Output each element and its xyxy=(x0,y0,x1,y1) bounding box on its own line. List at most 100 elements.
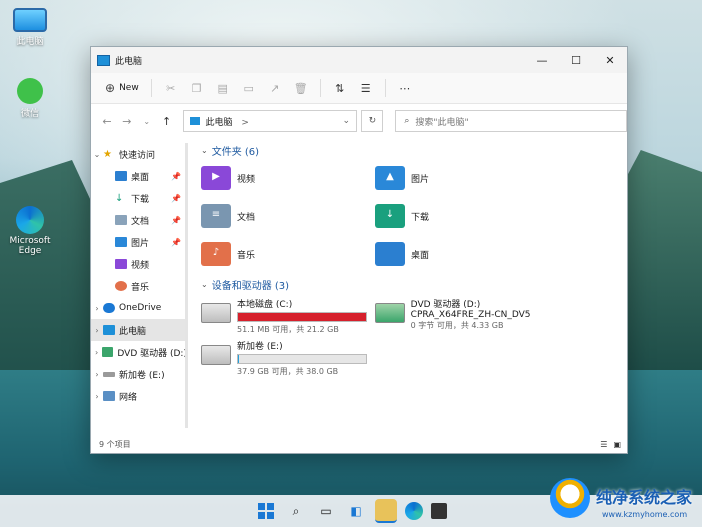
this-pc-icon xyxy=(189,117,200,125)
chevron-down-icon[interactable]: ⌄ xyxy=(201,146,208,155)
more-options-button[interactable]: ⋯ xyxy=(392,77,418,99)
folder-downloads[interactable]: ↓ 下载 xyxy=(375,197,549,235)
chevron-down-icon[interactable]: ⌄ xyxy=(342,116,356,126)
sort-icon[interactable]: ⇅ xyxy=(327,77,353,99)
pin-icon[interactable]: 📌 xyxy=(171,238,181,247)
chevron-right-icon[interactable]: › xyxy=(91,392,103,401)
search-placeholder: 搜索"此电脑" xyxy=(415,117,469,128)
sidebar-item-label: 音乐 xyxy=(131,282,150,293)
drive-volume-label: CPRA_X64FRE_ZH-CN_DV5 xyxy=(410,310,531,320)
tiles-view-icon[interactable]: ▣ xyxy=(613,440,621,449)
sidebar-item-this-pc[interactable]: › 此电脑 xyxy=(91,319,187,341)
folder-videos[interactable]: ▶ 视频 xyxy=(201,159,375,197)
sidebar-item-network[interactable]: › 网络 xyxy=(91,385,187,407)
path-separator: > xyxy=(241,117,249,128)
drive-usage-bar xyxy=(237,354,367,364)
start-button[interactable] xyxy=(255,500,277,522)
chevron-right-icon[interactable]: › xyxy=(91,304,103,313)
drive-usage-fill xyxy=(238,313,366,321)
folder-documents[interactable]: ≡ 文档 xyxy=(201,197,375,235)
explorer-body: ⌄ ★ 快速访问 桌面 📌 ↓ 下载 📌 文档 📌 图片 📌 视频 音乐 › O… xyxy=(91,139,627,435)
sidebar-item-quick-access[interactable]: ⌄ ★ 快速访问 xyxy=(91,143,187,165)
folder-pictures[interactable]: ▲ 图片 xyxy=(375,159,549,197)
navigation-pane: ⌄ ★ 快速访问 桌面 📌 ↓ 下载 📌 文档 📌 图片 📌 视频 音乐 › O… xyxy=(91,139,188,439)
folder-label: 视频 xyxy=(237,174,256,185)
video-icon xyxy=(115,259,127,269)
recent-dropdown-icon[interactable]: ⌄ xyxy=(137,117,157,126)
drive-detail: 51.1 MB 可用，共 21.2 GB xyxy=(237,325,339,334)
delete-icon[interactable]: 🗑 xyxy=(288,77,314,99)
drive-c[interactable]: 本地磁盘 (C:) 51.1 MB 可用，共 21.2 GB xyxy=(201,293,375,335)
chevron-down-icon[interactable]: ⌄ xyxy=(201,280,208,289)
close-button[interactable]: ✕ xyxy=(593,47,627,73)
paste-icon[interactable]: ▤ xyxy=(210,77,236,99)
drive-e[interactable]: 新加卷 (E:) 37.9 GB 可用，共 38.0 GB xyxy=(201,335,375,377)
desktop-icon-edge[interactable]: Microsoft Edge xyxy=(0,206,60,256)
new-button[interactable]: ⊕ New xyxy=(99,77,145,99)
edge-icon[interactable] xyxy=(405,502,423,520)
copy-icon[interactable]: ❐ xyxy=(184,77,210,99)
desktop-icon-this-pc[interactable]: 此电脑 xyxy=(0,8,60,47)
sidebar-item-dvd-drive[interactable]: › DVD 驱动器 (D:) xyxy=(91,341,187,363)
search-icon: ⌕ xyxy=(404,116,410,126)
sidebar-item-desktop[interactable]: 桌面 📌 xyxy=(91,165,187,187)
chevron-down-icon[interactable]: ⌄ xyxy=(91,150,103,159)
sidebar-item-music[interactable]: 音乐 xyxy=(91,275,187,297)
drive-detail: 0 字节 可用，共 4.33 GB xyxy=(410,321,504,330)
sidebar-item-volume-e[interactable]: › 新加卷 (E:) xyxy=(91,363,187,385)
computer-icon xyxy=(103,325,115,335)
toolbar-divider xyxy=(384,79,386,97)
rename-icon[interactable]: ▭ xyxy=(236,77,262,99)
music-folder-icon: ♪ xyxy=(201,242,231,266)
up-arrow-icon[interactable]: ↑ xyxy=(157,115,177,128)
share-icon[interactable]: ↗ xyxy=(262,77,288,99)
drive-icon xyxy=(201,345,231,365)
chevron-right-icon[interactable]: › xyxy=(91,370,103,379)
search-box[interactable]: ⌕ 搜索"此电脑" xyxy=(395,110,627,132)
drive-d[interactable]: DVD 驱动器 (D:) CPRA_X64FRE_ZH-CN_DV5 0 字节 … xyxy=(375,293,549,335)
cut-icon[interactable]: ✂ xyxy=(158,77,184,99)
search-icon[interactable]: ⌕ xyxy=(285,500,307,522)
address-bar[interactable]: 此电脑 > ⌄ xyxy=(182,110,358,132)
folder-music[interactable]: ♪ 音乐 xyxy=(201,235,375,273)
maximize-button[interactable]: ☐ xyxy=(559,47,593,73)
content-pane: ⌄ 文件夹 (6) ▶ 视频 ▲ 图片 ≡ 文档 ↓ 下载 ♪ 音乐 桌面 ⌄ … xyxy=(187,139,627,435)
sidebar-item-label: 桌面 xyxy=(131,172,150,183)
folder-desktop[interactable]: 桌面 xyxy=(375,235,549,273)
back-arrow-icon[interactable]: ← xyxy=(97,115,117,128)
forward-arrow-icon[interactable]: → xyxy=(117,115,137,128)
minimize-button[interactable]: — xyxy=(525,47,559,73)
edge-icon xyxy=(16,206,44,234)
pin-icon[interactable]: 📌 xyxy=(171,194,181,203)
refresh-button[interactable]: ↻ xyxy=(361,110,384,132)
pin-icon[interactable]: 📌 xyxy=(171,216,181,225)
sidebar-item-onedrive[interactable]: › OneDrive xyxy=(91,297,187,319)
sidebar-item-videos[interactable]: 视频 xyxy=(91,253,187,275)
widgets-icon[interactable]: ◧ xyxy=(345,500,367,522)
drive-detail: 37.9 GB 可用，共 38.0 GB xyxy=(237,367,339,376)
pin-icon[interactable]: 📌 xyxy=(171,172,181,181)
desktop-folder-icon xyxy=(375,242,405,266)
folders-group-header[interactable]: ⌄ 文件夹 (6) xyxy=(201,141,627,159)
sidebar-item-documents[interactable]: 文档 📌 xyxy=(91,209,187,231)
chevron-right-icon[interactable]: › xyxy=(91,348,102,357)
title-bar[interactable]: 此电脑 — ☐ ✕ xyxy=(91,47,627,73)
task-view-icon[interactable]: ▭ xyxy=(315,500,337,522)
sidebar-item-pictures[interactable]: 图片 📌 xyxy=(91,231,187,253)
sidebar-item-downloads[interactable]: ↓ 下载 📌 xyxy=(91,187,187,209)
watermark-logo-icon xyxy=(550,478,590,518)
store-icon[interactable] xyxy=(431,503,447,519)
drives-group-header[interactable]: ⌄ 设备和驱动器 (3) xyxy=(201,275,627,293)
address-path: 此电脑 > xyxy=(206,115,343,128)
new-label: New xyxy=(119,83,139,93)
details-view-icon[interactable]: ☰ xyxy=(600,440,607,449)
file-explorer-icon[interactable] xyxy=(375,499,397,523)
folder-label: 图片 xyxy=(411,174,430,185)
chevron-right-icon[interactable]: › xyxy=(91,326,103,335)
drives-grid: 本地磁盘 (C:) 51.1 MB 可用，共 21.2 GB DVD 驱动器 (… xyxy=(201,293,627,377)
command-bar: ⊕ New ✂ ❐ ▤ ▭ ↗ 🗑 ⇅ ☰ ⋯ xyxy=(91,73,627,104)
view-switcher: ☰ ▣ xyxy=(600,440,621,449)
site-watermark: 纯净系统之家 www.kzmyhome.com xyxy=(520,470,702,527)
view-icon[interactable]: ☰ xyxy=(353,77,379,99)
desktop-icon-wechat[interactable]: 微信 xyxy=(0,78,60,119)
